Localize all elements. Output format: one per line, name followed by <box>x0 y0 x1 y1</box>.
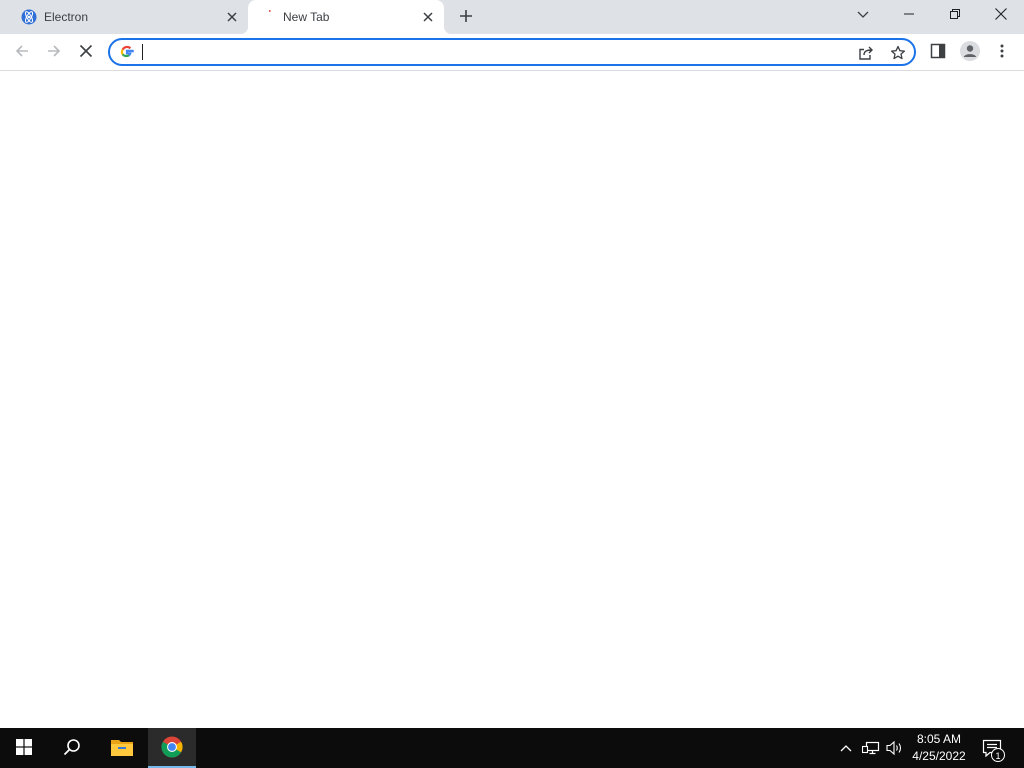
google-icon <box>120 45 134 59</box>
address-bar[interactable] <box>108 38 916 66</box>
address-input[interactable] <box>140 43 840 61</box>
tab-electron[interactable]: Electron <box>8 0 248 34</box>
back-button[interactable] <box>8 38 36 66</box>
notification-count-badge: 1 <box>991 748 1005 762</box>
stop-loading-button[interactable] <box>72 38 100 66</box>
windows-start-icon <box>16 738 32 758</box>
tab-title: New Tab <box>283 10 330 24</box>
close-icon[interactable] <box>224 9 240 25</box>
restore-icon <box>950 8 960 22</box>
arrow-left-icon <box>14 43 30 62</box>
plus-icon <box>459 9 473 26</box>
search-icon <box>63 738 81 759</box>
clock-time: 8:05 AM <box>916 732 962 746</box>
taskbar-search-button[interactable] <box>48 728 96 768</box>
taskbar: 8:05 AM 4/25/2022 1 <box>0 728 1024 768</box>
taskbar-file-explorer[interactable] <box>98 728 146 768</box>
share-icon[interactable] <box>856 43 876 63</box>
page-content <box>0 71 1024 728</box>
side-panel-button[interactable] <box>924 38 952 66</box>
tab-search-button[interactable] <box>840 0 886 30</box>
taskbar-clock[interactable]: 8:05 AM 4/25/2022 <box>904 731 974 765</box>
avatar-icon <box>960 40 980 64</box>
network-icon[interactable] <box>861 738 881 758</box>
forward-button[interactable] <box>40 38 68 66</box>
tab-title: Electron <box>44 10 89 24</box>
restore-button[interactable] <box>932 0 978 30</box>
tab-new-tab[interactable]: New Tab <box>240 0 452 34</box>
text-caret <box>142 44 143 60</box>
arrow-right-icon <box>46 43 62 62</box>
close-icon <box>995 7 1007 23</box>
close-icon[interactable] <box>420 9 436 25</box>
new-tab-button[interactable] <box>454 5 478 29</box>
profile-button[interactable] <box>956 38 984 66</box>
chevron-up-icon[interactable] <box>836 738 856 758</box>
clock-date: 4/25/2022 <box>912 749 966 763</box>
stop-icon <box>79 44 93 61</box>
bookmark-star-icon[interactable] <box>888 43 908 63</box>
menu-button[interactable] <box>988 38 1016 66</box>
minimize-icon <box>904 8 914 22</box>
close-window-button[interactable] <box>978 0 1024 30</box>
file-explorer-icon <box>110 737 134 760</box>
volume-icon[interactable] <box>885 738 905 758</box>
start-button[interactable] <box>0 728 48 768</box>
loading-throbber-icon <box>261 9 277 25</box>
more-vert-icon <box>1000 44 1004 61</box>
chevron-down-icon <box>857 8 869 22</box>
electron-icon <box>21 9 37 25</box>
minimize-button[interactable] <box>886 0 932 30</box>
tab-strip: Electron New Tab <box>0 0 1024 34</box>
chrome-icon <box>161 736 183 761</box>
taskbar-chrome[interactable] <box>148 728 196 768</box>
side-panel-icon <box>930 43 946 62</box>
